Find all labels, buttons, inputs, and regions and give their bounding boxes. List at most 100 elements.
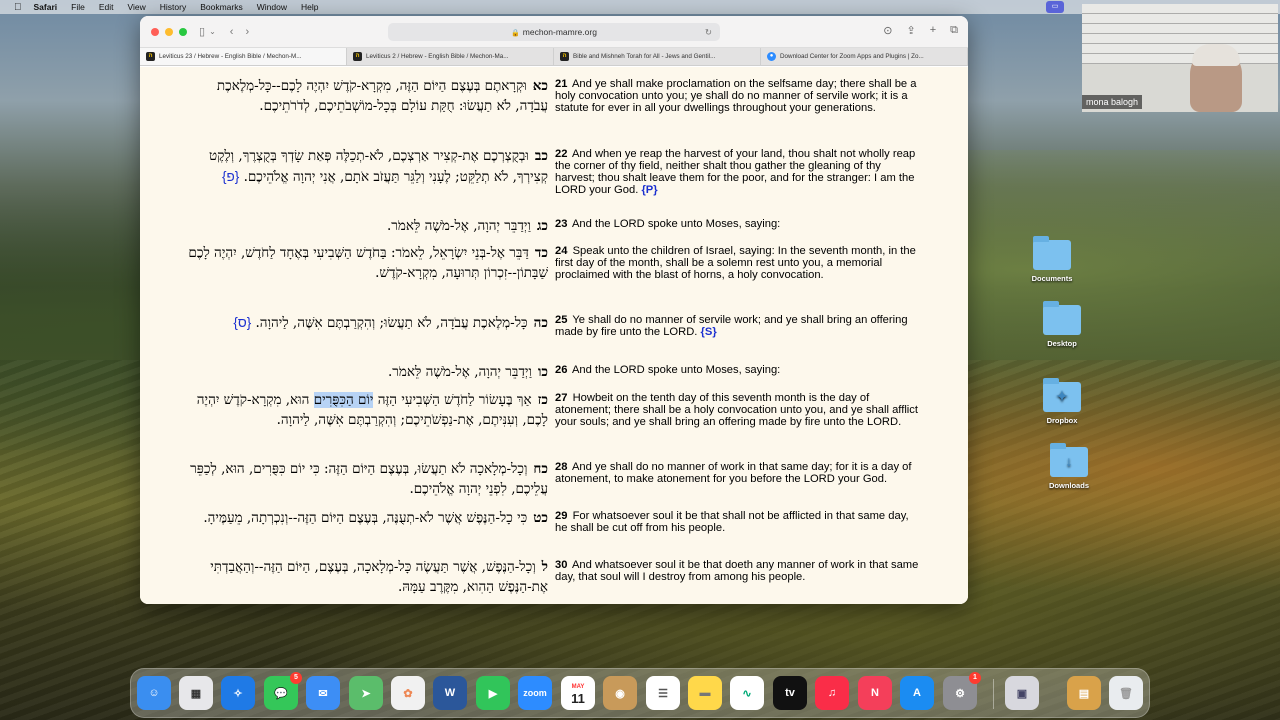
tab-bar: ה Leviticus 23 / Hebrew - English Bible /… (140, 48, 968, 66)
zoom-icon[interactable]: zoom (518, 676, 552, 710)
hebrew-verse: לוְכָל-הַנֶּפֶשׁ, אֲשֶׁר תַּעֲשֶׂה כָּל-… (188, 558, 548, 597)
menu-help[interactable]: Help (301, 2, 318, 12)
downloads-icon[interactable]: ⊙ (883, 24, 892, 37)
hebrew-text: כָּל-מְלֶאכֶת עֲבֹדָה, לֹא תַעֲשׂוּ; וְה… (255, 315, 528, 331)
hebrew-verse: כו וַיְדַבֵּר יְהוָה, אֶל-מֹשֶׁה לֵּאמֹר. (188, 363, 548, 383)
menu-bookmarks[interactable]: Bookmarks (200, 2, 243, 12)
maps-icon[interactable]: ➤ (349, 676, 383, 710)
tab-zoom-download[interactable]: ● Download Center for Zoom Apps and Plugi… (761, 48, 968, 65)
appletv-icon[interactable]: tv (773, 676, 807, 710)
back-button[interactable]: ‹ (230, 26, 234, 38)
menu-edit[interactable]: Edit (99, 2, 114, 12)
preview-icon[interactable]: ▣ (1005, 676, 1039, 710)
launchpad-icon[interactable]: ▦ (179, 676, 213, 710)
menu-file[interactable]: File (71, 2, 85, 12)
lock-icon: 🔒 (511, 30, 520, 37)
verse-number-hebrew: כו (537, 364, 548, 380)
verse-number-hebrew: כד (534, 245, 548, 261)
appstore-icon[interactable]: A (900, 676, 934, 710)
english-verse: 26 And the LORD spoke unto Moses, saying… (555, 364, 920, 377)
finder-icon[interactable]: ☺ (137, 676, 171, 710)
english-text: Ye shall do no manner of servile work; a… (555, 314, 908, 338)
facetime-icon[interactable]: ▶ (476, 676, 510, 710)
notification-badge: 5 (290, 672, 302, 684)
desktop-icon-label: Documents (1031, 274, 1073, 283)
desktop-icon-documents[interactable]: Documents (1017, 236, 1087, 283)
tab-leviticus-23[interactable]: ה Leviticus 23 / Hebrew - English Bible /… (140, 48, 347, 65)
verse-number: 24 (555, 245, 568, 257)
menu-app-safari[interactable]: Safari (34, 2, 58, 12)
section-marker-link[interactable]: {פ} (222, 169, 239, 184)
desktop-icon-label: Desktop (1047, 339, 1077, 348)
mechon-mamre-icon: ה (353, 52, 362, 61)
section-marker-link[interactable]: {S} (701, 326, 717, 338)
verse-number: 21 (555, 78, 568, 90)
english-verse: 23 And the LORD spoke unto Moses, saying… (555, 218, 920, 231)
section-marker-link[interactable]: {P} (641, 184, 657, 196)
verse-number: 23 (555, 218, 568, 230)
tab-title: Bible and Mishneh Torah for All - Jews a… (573, 53, 716, 60)
music-icon[interactable]: ♫ (815, 676, 849, 710)
sidebar-toggle-icon[interactable]: ▯ (199, 25, 205, 38)
toolbar-actions: ⊙ ⇪ + ⧉ (883, 24, 958, 37)
verse-number: 27 (555, 392, 568, 404)
english-text: Speak unto the children of Israel, sayin… (555, 245, 916, 281)
tab-title: Download Center for Zoom Apps and Plugin… (780, 53, 924, 60)
photos-icon[interactable]: ✿ (391, 676, 425, 710)
reload-icon[interactable]: ↻ (705, 23, 712, 41)
desktop-icon-dropbox[interactable]: ✦ Dropbox (1027, 378, 1097, 425)
close-window-button[interactable] (151, 27, 159, 36)
news-icon[interactable]: N (858, 676, 892, 710)
hebrew-verse: כחוְכָל-מְלָאכָה לֹא תַעֲשׂוּ, בְּעֶצֶם … (188, 460, 548, 499)
english-text: And whatsoever soul it be that doeth any… (555, 559, 919, 583)
settings-icon[interactable]: ⚙ 1 (943, 672, 981, 710)
desktop-icon-desktop[interactable]: Desktop (1027, 301, 1097, 348)
share-icon[interactable]: ⇪ (906, 24, 915, 37)
hebrew-verse: כבוּבְקֻצְרְכֶם אֶת-קְצִיר אַרְצְכֶם, לֹ… (188, 147, 548, 187)
freeform-icon[interactable]: ∿ (730, 676, 764, 710)
url-text: mechon-mamre.org (522, 27, 597, 37)
tab-leviticus-2[interactable]: ה Leviticus 2 / Hebrew - English Bible / … (347, 48, 554, 65)
forward-button[interactable]: › (245, 26, 249, 38)
selected-text[interactable]: יוֹם הַכִּפֻּרִים (313, 392, 374, 408)
apple-menu-icon[interactable]:  (14, 2, 22, 13)
reminders-icon[interactable]: ☰ (646, 676, 680, 710)
mail-icon[interactable]: ✉ (306, 676, 340, 710)
safari-icon[interactable]: ✧ (221, 676, 255, 710)
safari-window: ▯ ⌄ ‹ › 🔒 mechon-mamre.org ↻ ⊙ ⇪ + ⧉ ה Lev… (140, 16, 968, 604)
notification-badge: 1 (969, 672, 981, 684)
chevron-down-icon[interactable]: ⌄ (209, 27, 216, 36)
verse-number: 28 (555, 461, 568, 473)
word-icon[interactable]: W (433, 676, 467, 710)
notes-icon[interactable]: ▬ (688, 676, 722, 710)
hebrew-text: וּבְקֻצְרְכֶם אֶת-קְצִיר אַרְצְכֶם, לֹא-… (208, 148, 548, 185)
section-marker-link[interactable]: {ס} (233, 315, 251, 330)
verse-number-hebrew: כח (533, 461, 548, 477)
new-tab-icon[interactable]: + (930, 24, 936, 37)
verse-number-hebrew: כט (533, 510, 548, 526)
menu-history[interactable]: History (160, 2, 186, 12)
verse-number: 26 (555, 364, 568, 376)
menu-view[interactable]: View (127, 2, 145, 12)
dock: ☺ ▦ ✧ 💬 5 ✉ ➤ ✿ W ▶ zoom MAY 11 ◉ ☰ ▬ ∿ tv… (130, 668, 1150, 718)
screen-share-status-icon[interactable]: ▭ (1046, 1, 1064, 13)
menu-window[interactable]: Window (257, 2, 287, 12)
contacts-icon[interactable]: ◉ (603, 676, 637, 710)
tab-overview-icon[interactable]: ⧉ (950, 24, 958, 37)
english-verse: 27 Howbeit on the tenth day of this seve… (555, 392, 920, 429)
archive-icon[interactable]: ▤ (1067, 676, 1101, 710)
hebrew-verse: כג וַיְדַבֵּר יְהוָה, אֶל-מֹשֶׁה לֵּאמֹר. (188, 217, 548, 237)
window-controls (151, 27, 187, 36)
tab-bible-mishneh-torah[interactable]: ה Bible and Mishneh Torah for All - Jews … (554, 48, 761, 65)
messages-icon[interactable]: 💬 5 (264, 672, 302, 710)
hebrew-verse: כדדַּבֵּר אֶל-בְּנֵי יִשְׂרָאֵל, לֵאמֹר:… (188, 244, 548, 283)
zoom-window-button[interactable] (179, 27, 187, 36)
calendar-icon[interactable]: MAY 11 (561, 676, 595, 710)
minimize-window-button[interactable] (165, 27, 173, 36)
trash-icon[interactable]: 🗑 (1109, 676, 1143, 710)
hebrew-verse: כט כִּי כָל-הַנֶּפֶשׁ אֲשֶׁר לֹא-תְעֻנֶּה… (188, 509, 548, 529)
desktop-icon-downloads[interactable]: ↓ Downloads (1034, 443, 1104, 490)
address-bar[interactable]: 🔒 mechon-mamre.org ↻ (388, 23, 720, 41)
video-thumbnail[interactable]: mona balogh (1082, 4, 1278, 112)
calendar-day: 11 (571, 691, 585, 706)
